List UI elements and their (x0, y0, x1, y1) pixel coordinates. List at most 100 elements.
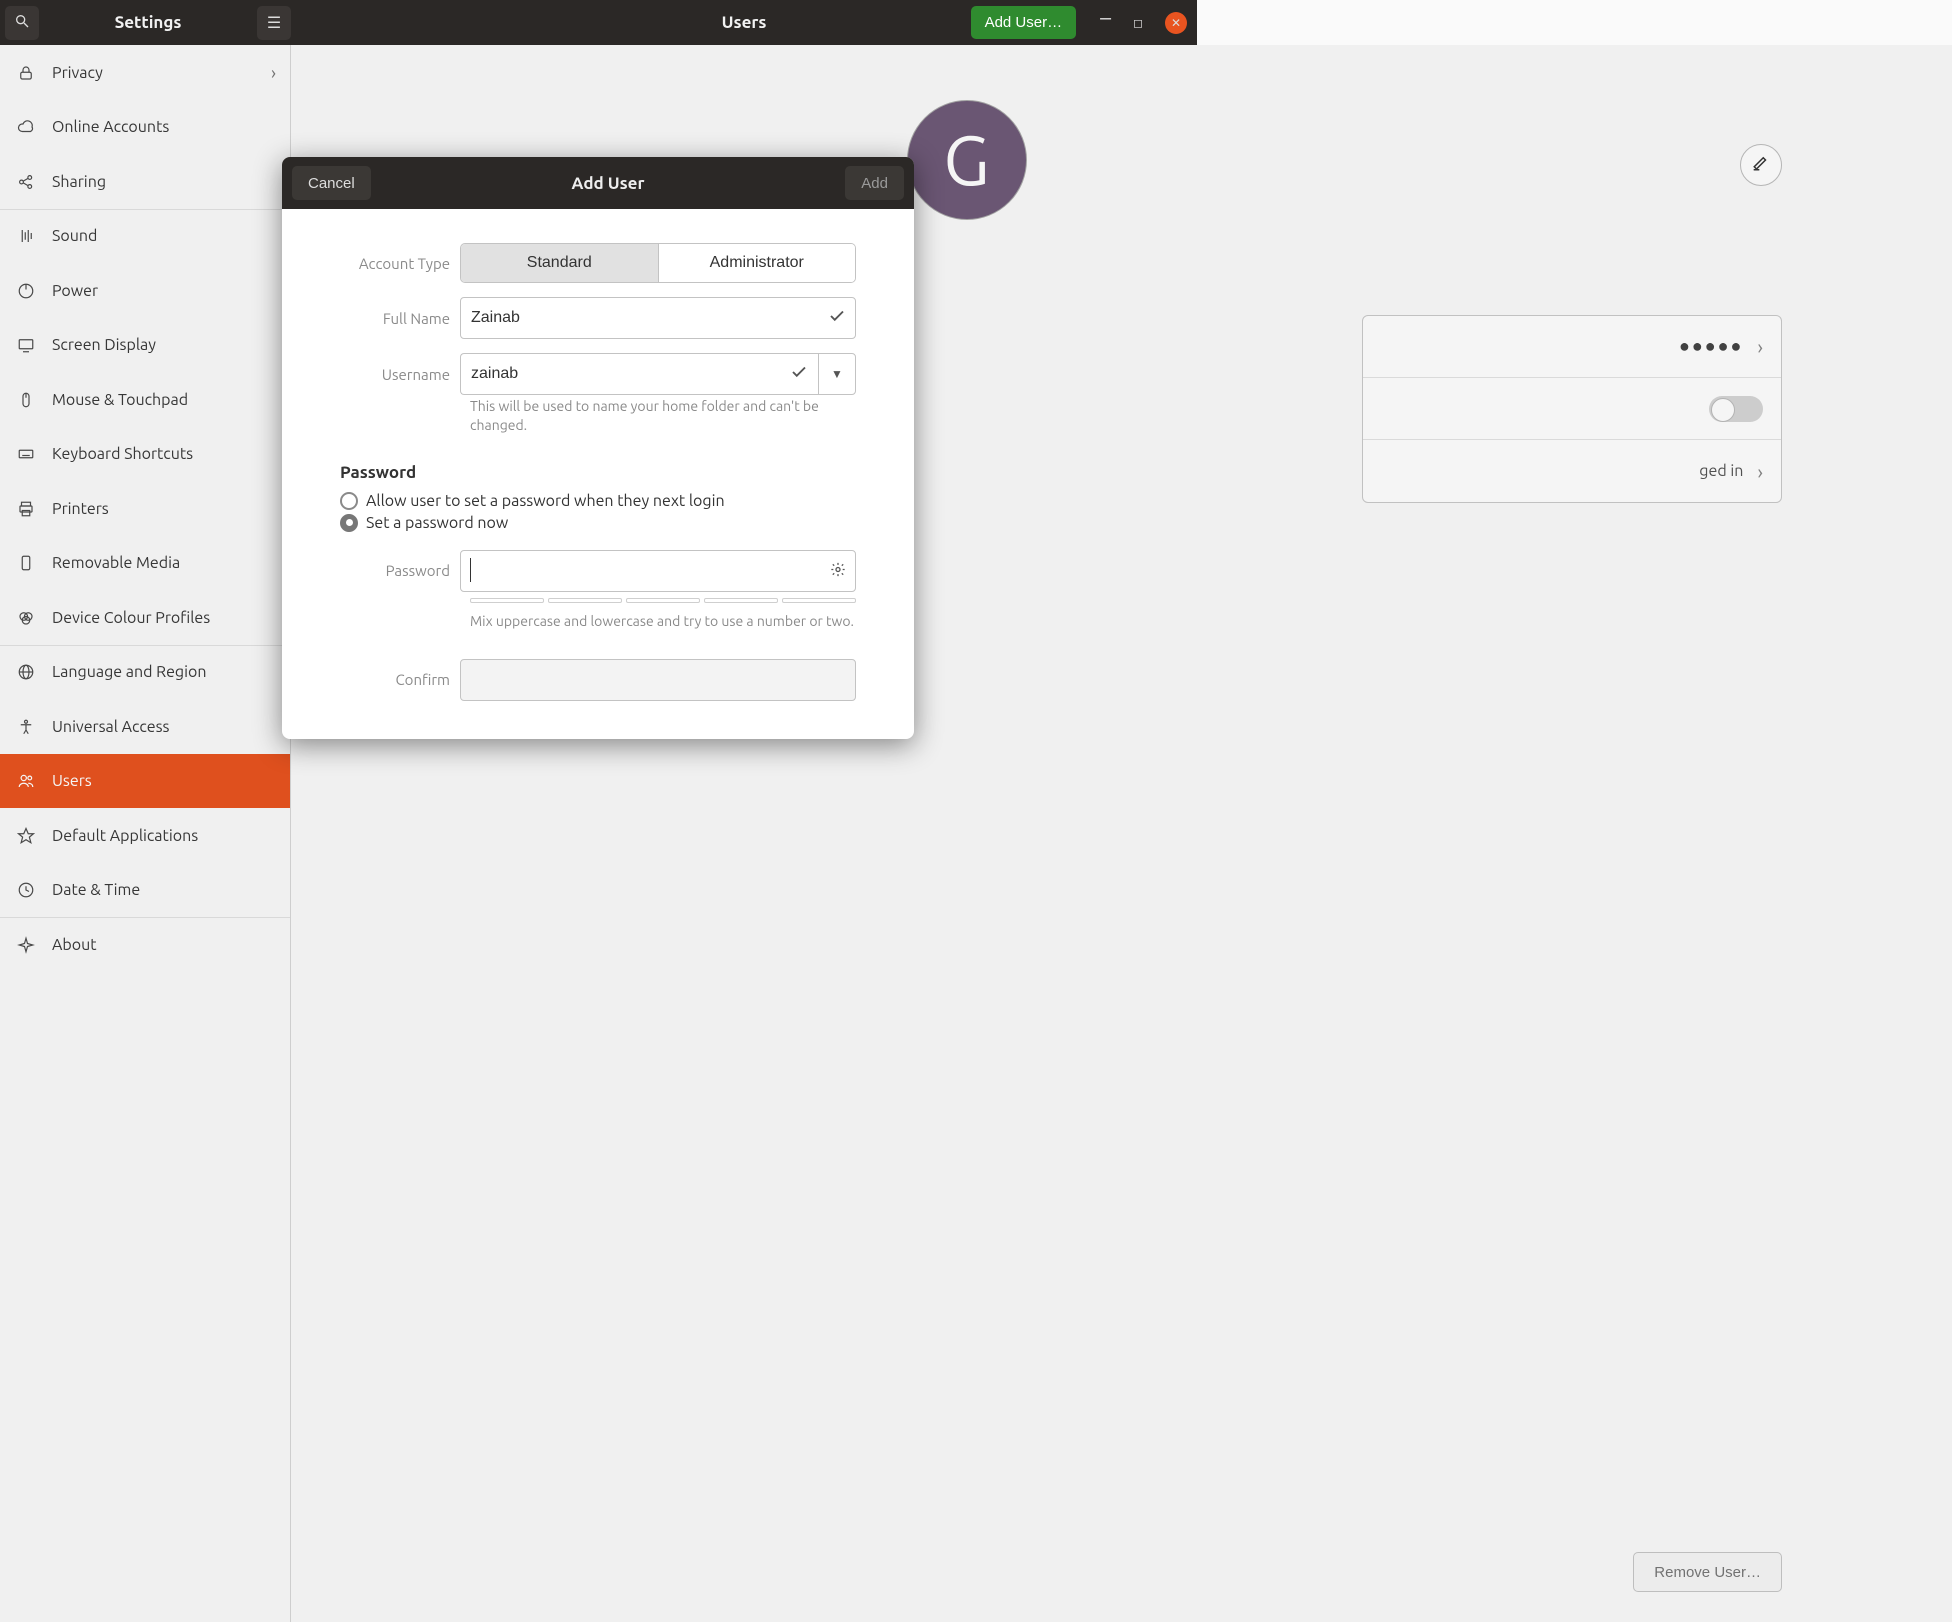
headerbar: Settings ☰ Users Add User… – ◻ ✕ (0, 0, 1197, 45)
close-icon: ✕ (1171, 16, 1181, 30)
sidebar-item-label: Printers (52, 500, 109, 518)
hamburger-button[interactable]: ☰ (257, 6, 291, 40)
gear-icon[interactable] (830, 561, 846, 580)
username-input[interactable] (460, 353, 818, 395)
sidebar-item-sharing[interactable]: Sharing (0, 154, 290, 209)
chevron-right-icon: › (1757, 460, 1763, 483)
sidebar-item-printers[interactable]: Printers (0, 481, 290, 536)
password-strength (470, 598, 856, 606)
add-button[interactable]: Add (845, 166, 904, 200)
color-icon (16, 609, 36, 627)
cloud-icon (16, 118, 36, 136)
sidebar-item-label: Privacy (52, 64, 103, 82)
printer-icon (16, 500, 36, 518)
sidebar-item-language-and-region[interactable]: Language and Region (0, 645, 290, 700)
sound-icon (16, 227, 36, 245)
search-button[interactable] (5, 6, 39, 40)
activity-label: ged in (1699, 462, 1743, 480)
display-icon (16, 336, 36, 354)
radio-set-now[interactable]: Set a password now (340, 514, 856, 532)
sidebar: Privacy › Online Accounts Sharing Sound Power… (0, 45, 291, 1622)
account-type-administrator[interactable]: Administrator (659, 244, 856, 282)
search-icon (14, 13, 30, 33)
headerbar-left: Settings ☰ (0, 6, 291, 40)
chevron-down-icon: ▼ (831, 367, 843, 381)
close-button[interactable]: ✕ (1165, 12, 1187, 34)
username-label: Username (340, 366, 460, 383)
add-user-dialog: Cancel Add User Add Account Type Standar… (282, 157, 914, 739)
lock-icon (16, 64, 36, 82)
sidebar-item-date-time[interactable]: Date & Time (0, 863, 290, 918)
avatar: G (907, 100, 1027, 220)
power-icon (16, 282, 36, 300)
sidebar-item-label: Keyboard Shortcuts (52, 445, 193, 463)
edit-user-button[interactable] (1740, 144, 1782, 186)
radio-now-label: Set a password now (366, 514, 508, 532)
dialog-title: Add User (381, 174, 836, 193)
keyboard-icon (16, 445, 36, 463)
sidebar-item-sound[interactable]: Sound (0, 209, 290, 264)
about-icon (16, 936, 36, 954)
password-input[interactable] (460, 550, 856, 592)
password-section-title: Password (340, 463, 856, 482)
user-settings-card: ●●●●● › ged in › (1362, 315, 1782, 503)
sidebar-item-screen-display[interactable]: Screen Display (0, 318, 290, 373)
users-icon (16, 772, 36, 790)
sidebar-item-label: Users (52, 772, 92, 790)
password-hint: Mix uppercase and lowercase and try to u… (340, 612, 856, 631)
activity-row[interactable]: ged in › (1363, 440, 1781, 502)
sidebar-item-mouse-touchpad[interactable]: Mouse & Touchpad (0, 372, 290, 427)
sidebar-item-label: Universal Access (52, 718, 170, 736)
text-cursor (470, 558, 471, 582)
check-icon (828, 307, 846, 329)
sidebar-item-label: Language and Region (52, 663, 207, 681)
radio-icon (340, 492, 358, 510)
username-hint: This will be used to name your home fold… (340, 397, 856, 435)
maximize-button[interactable]: ◻ (1133, 16, 1143, 30)
page-title: Users (722, 13, 767, 32)
sidebar-item-label: Screen Display (52, 336, 156, 354)
sidebar-item-label: Removable Media (52, 554, 180, 572)
account-type-standard[interactable]: Standard (461, 244, 659, 282)
sidebar-item-label: Power (52, 282, 98, 300)
sidebar-item-power[interactable]: Power (0, 263, 290, 318)
full-name-label: Full Name (340, 310, 460, 327)
sidebar-item-label: Device Colour Profiles (52, 609, 210, 627)
full-name-input[interactable] (460, 297, 856, 339)
sidebar-item-keyboard-shortcuts[interactable]: Keyboard Shortcuts (0, 427, 290, 482)
hamburger-icon: ☰ (267, 13, 281, 32)
radio-icon (340, 514, 358, 532)
sidebar-item-universal-access[interactable]: Universal Access (0, 699, 290, 754)
sidebar-item-privacy[interactable]: Privacy › (0, 45, 290, 100)
autologin-row[interactable] (1363, 378, 1781, 440)
password-row[interactable]: ●●●●● › (1363, 316, 1781, 378)
sidebar-item-label: Online Accounts (52, 118, 169, 136)
sidebar-item-label: Sound (52, 227, 97, 245)
toggle-autologin[interactable] (1709, 396, 1763, 422)
radio-set-later[interactable]: Allow user to set a password when they n… (340, 492, 856, 510)
sidebar-item-label: Default Applications (52, 827, 198, 845)
sidebar-item-default-applications[interactable]: Default Applications (0, 808, 290, 863)
star-icon (16, 827, 36, 845)
radio-later-label: Allow user to set a password when they n… (366, 492, 725, 510)
username-dropdown[interactable]: ▼ (818, 353, 856, 395)
sidebar-item-about[interactable]: About (0, 917, 290, 972)
chevron-right-icon: › (271, 63, 276, 83)
sidebar-item-label: Sharing (52, 173, 106, 191)
settings-title: Settings (43, 13, 253, 32)
media-icon (16, 554, 36, 572)
sidebar-item-device-colour-profiles[interactable]: Device Colour Profiles (0, 590, 290, 645)
confirm-input[interactable] (460, 659, 856, 701)
remove-user-button[interactable]: Remove User… (1633, 1552, 1782, 1592)
sidebar-item-users[interactable]: Users (0, 754, 290, 809)
headerbar-right: Users Add User… – ◻ ✕ (291, 0, 1197, 45)
sidebar-item-removable-media[interactable]: Removable Media (0, 536, 290, 591)
cancel-button[interactable]: Cancel (292, 166, 371, 200)
mouse-icon (16, 391, 36, 409)
access-icon (16, 718, 36, 736)
chevron-right-icon: › (1757, 335, 1763, 358)
add-user-button[interactable]: Add User… (971, 6, 1077, 39)
sidebar-item-label: Date & Time (52, 881, 140, 899)
minimize-button[interactable]: – (1100, 5, 1111, 30)
sidebar-item-online-accounts[interactable]: Online Accounts (0, 100, 290, 155)
